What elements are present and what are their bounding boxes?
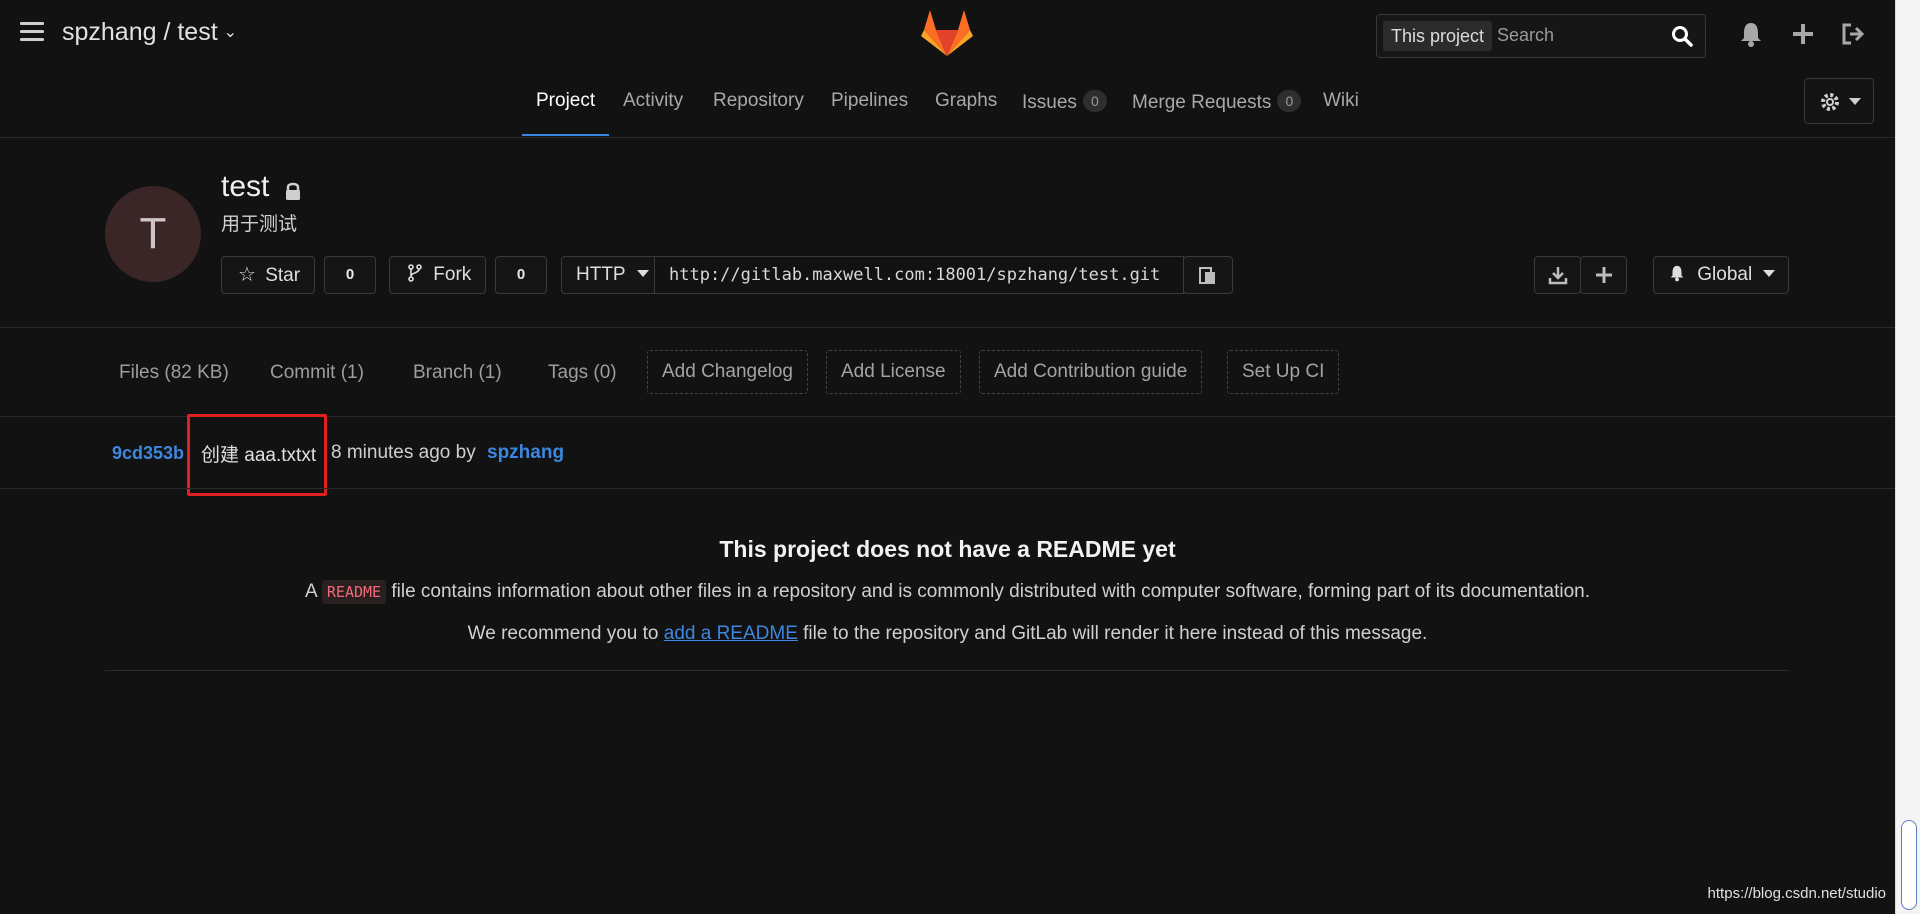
notification-level-label: Global [1697, 264, 1753, 285]
tab-activity[interactable]: Activity [623, 90, 683, 112]
fork-icon [408, 264, 422, 282]
gear-icon [1821, 93, 1839, 111]
readme-code-tag: README [321, 580, 387, 604]
branches-stat-link[interactable]: Branch (1) [413, 362, 502, 384]
readme-p2-suffix: file to the repository and GitLab will r… [803, 623, 1428, 644]
scrollbar-thumb[interactable] [1901, 820, 1917, 910]
header-divider [0, 327, 1895, 328]
star-icon: ☆ [238, 264, 256, 286]
issues-count-badge: 0 [1082, 90, 1107, 112]
watermark-text: https://blog.csdn.net/studio [1707, 885, 1886, 902]
add-readme-link[interactable]: add a README [664, 623, 798, 644]
fork-button[interactable]: Fork [389, 256, 486, 294]
lock-icon [286, 182, 300, 200]
tags-stat-link[interactable]: Tags (0) [548, 362, 617, 384]
readme-p2-prefix: We recommend you to [467, 623, 659, 644]
project-description: 用于测试 [221, 214, 298, 235]
star-label: Star [265, 265, 301, 286]
gitlab-logo-icon[interactable] [920, 6, 974, 58]
project-title: test [221, 170, 270, 203]
sign-out-icon[interactable] [1839, 20, 1867, 48]
files-stat-link[interactable]: Files (82 KB) [119, 362, 229, 384]
plus-icon [1596, 267, 1612, 283]
fork-count[interactable]: 0 [495, 256, 547, 294]
project-avatar: T [105, 186, 201, 282]
add-new-button[interactable] [1580, 256, 1627, 294]
readme-divider [105, 670, 1789, 671]
protocol-label: HTTP [576, 264, 626, 285]
commit-divider [0, 488, 1895, 489]
readme-description: A README file contains information about… [0, 580, 1895, 604]
tab-issues[interactable]: Issues 0 [1022, 90, 1107, 114]
tab-project[interactable]: Project [536, 90, 595, 112]
plus-icon[interactable] [1789, 20, 1817, 48]
search-scope-chip[interactable]: This project [1383, 21, 1493, 51]
add-contribution-guide-button[interactable]: Add Contribution guide [979, 350, 1203, 394]
commit-time: 8 minutes ago by [331, 442, 476, 463]
merge-requests-count-badge: 0 [1277, 90, 1302, 112]
notification-dropdown[interactable]: Global [1653, 256, 1789, 294]
tab-pipelines[interactable]: Pipelines [831, 90, 908, 112]
active-tab-indicator [522, 134, 609, 136]
tab-merge-requests-label: Merge Requests [1132, 92, 1272, 113]
clipboard-icon [1199, 267, 1215, 284]
tab-graphs[interactable]: Graphs [935, 90, 997, 112]
vertical-scrollbar[interactable] [1895, 0, 1920, 914]
search-input[interactable]: Search [1497, 25, 1554, 46]
tab-repository[interactable]: Repository [713, 90, 804, 112]
caret-down-icon [636, 270, 649, 277]
star-count[interactable]: 0 [324, 256, 376, 294]
add-license-button[interactable]: Add License [826, 350, 961, 394]
highlight-annotation-box [187, 414, 327, 496]
download-icon [1548, 267, 1568, 285]
nav-divider [0, 137, 1895, 138]
copy-url-button[interactable] [1183, 256, 1233, 294]
add-changelog-button[interactable]: Add Changelog [647, 350, 808, 394]
settings-dropdown-button[interactable] [1804, 78, 1874, 124]
bell-icon[interactable] [1737, 20, 1765, 48]
tab-merge-requests[interactable]: Merge Requests 0 [1132, 90, 1302, 114]
project-path-dropdown[interactable]: spzhang / test ⌄ [62, 18, 237, 47]
set-up-ci-button[interactable]: Set Up CI [1227, 350, 1340, 394]
search-icon[interactable] [1671, 25, 1693, 47]
fork-label: Fork [433, 264, 472, 285]
readme-title: This project does not have a README yet [719, 536, 1176, 562]
commits-stat-link[interactable]: Commit (1) [270, 362, 364, 384]
download-button[interactable] [1534, 256, 1581, 294]
hamburger-menu-icon[interactable] [20, 22, 44, 44]
search-box[interactable]: This project Search [1376, 14, 1706, 58]
caret-down-icon [1763, 270, 1776, 277]
commit-sha-link[interactable]: 9cd353b [112, 443, 184, 464]
tab-wiki[interactable]: Wiki [1323, 90, 1359, 112]
bell-icon [1670, 265, 1684, 282]
commit-author-link[interactable]: spzhang [487, 442, 564, 464]
readme-p1-suffix: file contains information about other fi… [391, 581, 1590, 602]
chevron-down-icon: ⌄ [223, 24, 238, 41]
star-button[interactable]: ☆ Star [221, 256, 315, 294]
readme-recommendation: We recommend you to add a README file to… [0, 623, 1895, 645]
readme-p1-prefix: A [304, 581, 317, 602]
clone-url-input[interactable]: http://gitlab.maxwell.com:18001/spzhang/… [654, 256, 1184, 294]
caret-down-icon [1849, 98, 1861, 105]
project-path-text: spzhang / test [62, 18, 218, 46]
tab-issues-label: Issues [1022, 92, 1077, 113]
protocol-dropdown[interactable]: HTTP [561, 256, 656, 294]
